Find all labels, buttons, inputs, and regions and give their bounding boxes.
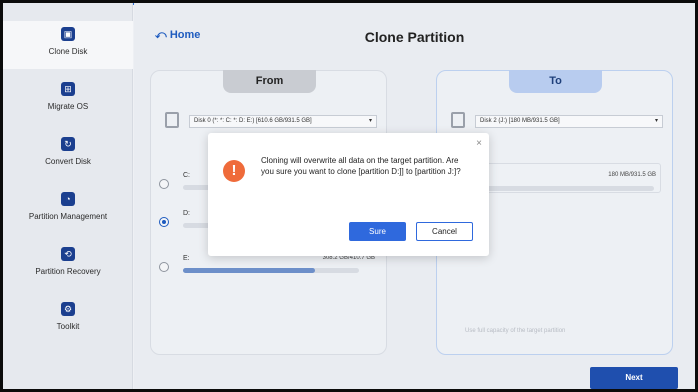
- partition-recovery-icon: ⟲: [61, 247, 75, 261]
- sidebar-item-partition-recovery[interactable]: ⟲ Partition Recovery: [3, 241, 133, 289]
- partition-radio[interactable]: [159, 262, 169, 272]
- source-disk-select-value: Disk 0 (*: *: C: *: D: E:) [610.6 GB/931…: [194, 118, 312, 124]
- sidebar-item-label: Partition Management: [28, 212, 108, 221]
- sidebar-item-label: Clone Disk: [48, 47, 88, 56]
- cancel-button[interactable]: Cancel: [416, 222, 473, 241]
- chevron-down-icon: ▾: [654, 118, 658, 124]
- sidebar-item-toolkit[interactable]: ⚙ Toolkit: [3, 296, 133, 344]
- sidebar-item-label: Toolkit: [56, 322, 80, 331]
- sure-button[interactable]: Sure: [349, 222, 406, 241]
- tab-from: From: [223, 70, 316, 93]
- sidebar: ▣ Clone Disk ⊞ Migrate OS ↻ Convert Disk…: [3, 3, 133, 389]
- partition-usage-fill: [183, 268, 315, 273]
- disk-icon: [165, 112, 179, 128]
- source-disk-select[interactable]: Disk 0 (*: *: C: *: D: E:) [610.6 GB/931…: [189, 115, 377, 128]
- partition-label: C:: [183, 172, 190, 179]
- target-disk-select-value: Disk 2 (J:) [180 MB/931.5 GB]: [480, 118, 560, 124]
- sidebar-item-convert-disk[interactable]: ↻ Convert Disk: [3, 131, 133, 179]
- chevron-down-icon: ▾: [368, 118, 372, 124]
- next-button[interactable]: Next: [590, 367, 678, 389]
- target-disk-select[interactable]: Disk 2 (J:) [180 MB/931.5 GB] ▾: [475, 115, 663, 128]
- sidebar-item-clone-disk[interactable]: ▣ Clone Disk: [3, 21, 133, 69]
- page-title: Clone Partition: [364, 29, 465, 45]
- close-icon[interactable]: ×: [476, 138, 482, 149]
- clone-disk-icon: ▣: [61, 27, 75, 41]
- partition-label: E:: [183, 255, 190, 262]
- partition-usage-bar: [183, 268, 359, 273]
- warning-icon: !: [223, 160, 245, 182]
- sidebar-item-partition-management[interactable]: ◔ Partition Management: [3, 186, 133, 234]
- dialog-message: Cloning will overwrite all data on the t…: [261, 156, 461, 176]
- partition-label: D:: [183, 210, 190, 217]
- target-partition-size: 180 MB/931.5 GB: [608, 172, 656, 178]
- convert-disk-icon: ↻: [61, 137, 75, 151]
- partition-radio[interactable]: [159, 217, 169, 227]
- sidebar-item-migrate-os[interactable]: ⊞ Migrate OS: [3, 76, 133, 124]
- partition-radio[interactable]: [159, 179, 169, 189]
- migrate-os-icon: ⊞: [61, 82, 75, 96]
- sidebar-item-label: Convert Disk: [45, 157, 91, 166]
- disk-icon: [451, 112, 465, 128]
- toolkit-icon: ⚙: [61, 302, 75, 316]
- target-usage-bar: [466, 186, 654, 191]
- confirm-dialog: × ! Cloning will overwrite all data on t…: [208, 133, 489, 256]
- sidebar-item-label: Partition Recovery: [35, 267, 101, 276]
- sidebar-item-label: Migrate OS: [47, 102, 89, 111]
- tab-to: To: [509, 70, 602, 93]
- full-capacity-note: Use full capacity of the target partitio…: [465, 328, 566, 334]
- partition-management-icon: ◔: [61, 192, 75, 206]
- partition-row-e[interactable]: E: 308.2 GB/410.7 GB: [157, 252, 379, 286]
